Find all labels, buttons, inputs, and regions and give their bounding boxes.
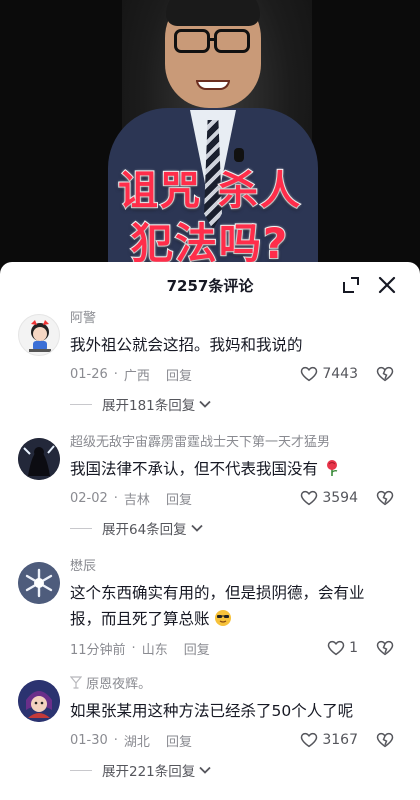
video-player[interactable]: 诅咒 杀人 犯法吗? xyxy=(0,0,420,272)
expand-replies-label: 展开181条回复 xyxy=(102,398,196,414)
comment-location: 湖北 xyxy=(123,734,150,750)
broken-heart-icon xyxy=(376,366,394,382)
heart-icon xyxy=(301,732,318,748)
comment-text: 如果张某用这种方法已经杀了50个人了呢 xyxy=(70,702,354,720)
person-hair xyxy=(166,0,260,26)
comment-sheet: 7257条评论 阿警 我外祖公就会这招。我妈和我说的 01-26 · 广西 回复… xyxy=(0,262,420,800)
broken-heart-icon xyxy=(376,490,394,506)
separator-dot: · xyxy=(113,366,118,382)
expand-icon[interactable] xyxy=(340,274,362,296)
heart-icon xyxy=(301,490,318,506)
person-mouth xyxy=(196,80,230,90)
reply-button[interactable]: 回复 xyxy=(166,365,192,384)
dark-figure-avatar[interactable] xyxy=(18,438,60,480)
expand-replies-button[interactable]: 展开221条回复 xyxy=(70,760,404,780)
separator-dot: · xyxy=(113,732,118,748)
comment-username-text: 原恩夜辉。 xyxy=(86,677,152,692)
like-button[interactable]: 7443 xyxy=(300,366,358,382)
expand-replies-button[interactable]: 展开181条回复 xyxy=(70,394,404,414)
separator-dot: · xyxy=(113,490,118,506)
like-count: 3594 xyxy=(322,490,358,506)
dislike-button[interactable] xyxy=(376,366,394,382)
comment-location: 广西 xyxy=(123,368,150,384)
comment-item: 原恩夜辉。 如果张某用这种方法已经杀了50个人了呢 01-30 · 湖北 回复 … xyxy=(0,676,420,780)
comment-meta: 01-26 · 广西 回复 7443 xyxy=(70,364,404,384)
expand-replies-button[interactable]: 展开64条回复 xyxy=(70,518,404,538)
expand-replies-label: 展开221条回复 xyxy=(102,764,196,780)
comment-text-body: 我国法律不承认，但不代表我国没有 xyxy=(70,460,319,478)
comment-date: 11分钟前 xyxy=(70,642,126,658)
comment-meta: 01-30 · 湖北 回复 3167 xyxy=(70,730,404,750)
broken-heart-icon xyxy=(376,640,394,656)
broken-heart-icon xyxy=(376,732,394,748)
comment-item: 超级无敌宇宙霹雳雷霆战士天下第一天才猛男 我国法律不承认，但不代表我国没有 02… xyxy=(0,434,420,538)
comment-text: 这个东西确实有用的，但是损阴德，会有业报，而且死了算总账 xyxy=(70,580,404,632)
glasses-bridge xyxy=(208,38,216,41)
like-button[interactable]: 1 xyxy=(327,640,358,656)
like-button[interactable]: 3594 xyxy=(300,490,358,506)
expand-replies-label: 展开64条回复 xyxy=(102,522,187,538)
comment-meta: 02-02 · 吉林 回复 3594 xyxy=(70,488,404,508)
comment-username[interactable]: 阿警 xyxy=(70,310,404,328)
like-count: 1 xyxy=(349,640,358,656)
cool-face-emoji xyxy=(215,610,232,626)
video-caption-line1: 诅咒 杀人 xyxy=(117,167,302,215)
glasses-left-lens xyxy=(174,29,210,53)
glasses-right-lens xyxy=(214,29,250,53)
chevron-down-icon xyxy=(191,524,203,532)
heart-icon xyxy=(301,366,318,382)
comment-meta: 11分钟前 · 山东 回复 1 xyxy=(70,638,404,658)
anime-character-avatar[interactable] xyxy=(18,680,60,722)
dislike-button[interactable] xyxy=(376,640,394,656)
comment-item: 阿警 我外祖公就会这招。我妈和我说的 01-26 · 广西 回复 7443 展开… xyxy=(0,310,420,414)
rose-emoji xyxy=(326,460,338,476)
comment-username[interactable]: 超级无敌宇宙霹雳雷霆战士天下第一天才猛男 xyxy=(70,434,404,452)
dislike-button[interactable] xyxy=(376,732,394,748)
comment-item: 懋辰 这个东西确实有用的，但是损阴德，会有业报，而且死了算总账 11分钟前 · … xyxy=(0,558,420,658)
reply-button[interactable]: 回复 xyxy=(166,489,192,508)
like-count: 7443 xyxy=(322,366,358,382)
reply-button[interactable]: 回复 xyxy=(166,731,192,750)
reply-button[interactable]: 回复 xyxy=(184,639,210,658)
dislike-button[interactable] xyxy=(376,490,394,506)
comment-date: 02-02 xyxy=(70,490,108,506)
comment-username[interactable]: 原恩夜辉。 xyxy=(69,676,404,694)
comment-sheet-header: 7257条评论 xyxy=(0,262,420,308)
like-button[interactable]: 3167 xyxy=(300,732,358,748)
cocktail-icon xyxy=(69,676,83,689)
chevron-down-icon xyxy=(199,400,211,408)
chevron-down-icon xyxy=(199,766,211,774)
comment-count-title: 7257条评论 xyxy=(166,276,254,295)
comment-location: 山东 xyxy=(141,642,168,658)
comment-username[interactable]: 懋辰 xyxy=(70,558,404,576)
separator-dot: · xyxy=(131,640,136,656)
comment-location: 吉林 xyxy=(123,492,150,508)
snow-flower-avatar[interactable] xyxy=(18,562,60,604)
comment-date: 01-26 xyxy=(70,366,108,382)
like-count: 3167 xyxy=(322,732,358,748)
comment-text: 我外祖公就会这招。我妈和我说的 xyxy=(70,336,303,354)
close-icon[interactable] xyxy=(376,274,398,296)
comment-date: 01-30 xyxy=(70,732,108,748)
comment-text: 我国法律不承认，但不代表我国没有 xyxy=(70,456,404,482)
cartoon-girl-avatar[interactable] xyxy=(18,314,60,356)
heart-icon xyxy=(327,640,345,656)
